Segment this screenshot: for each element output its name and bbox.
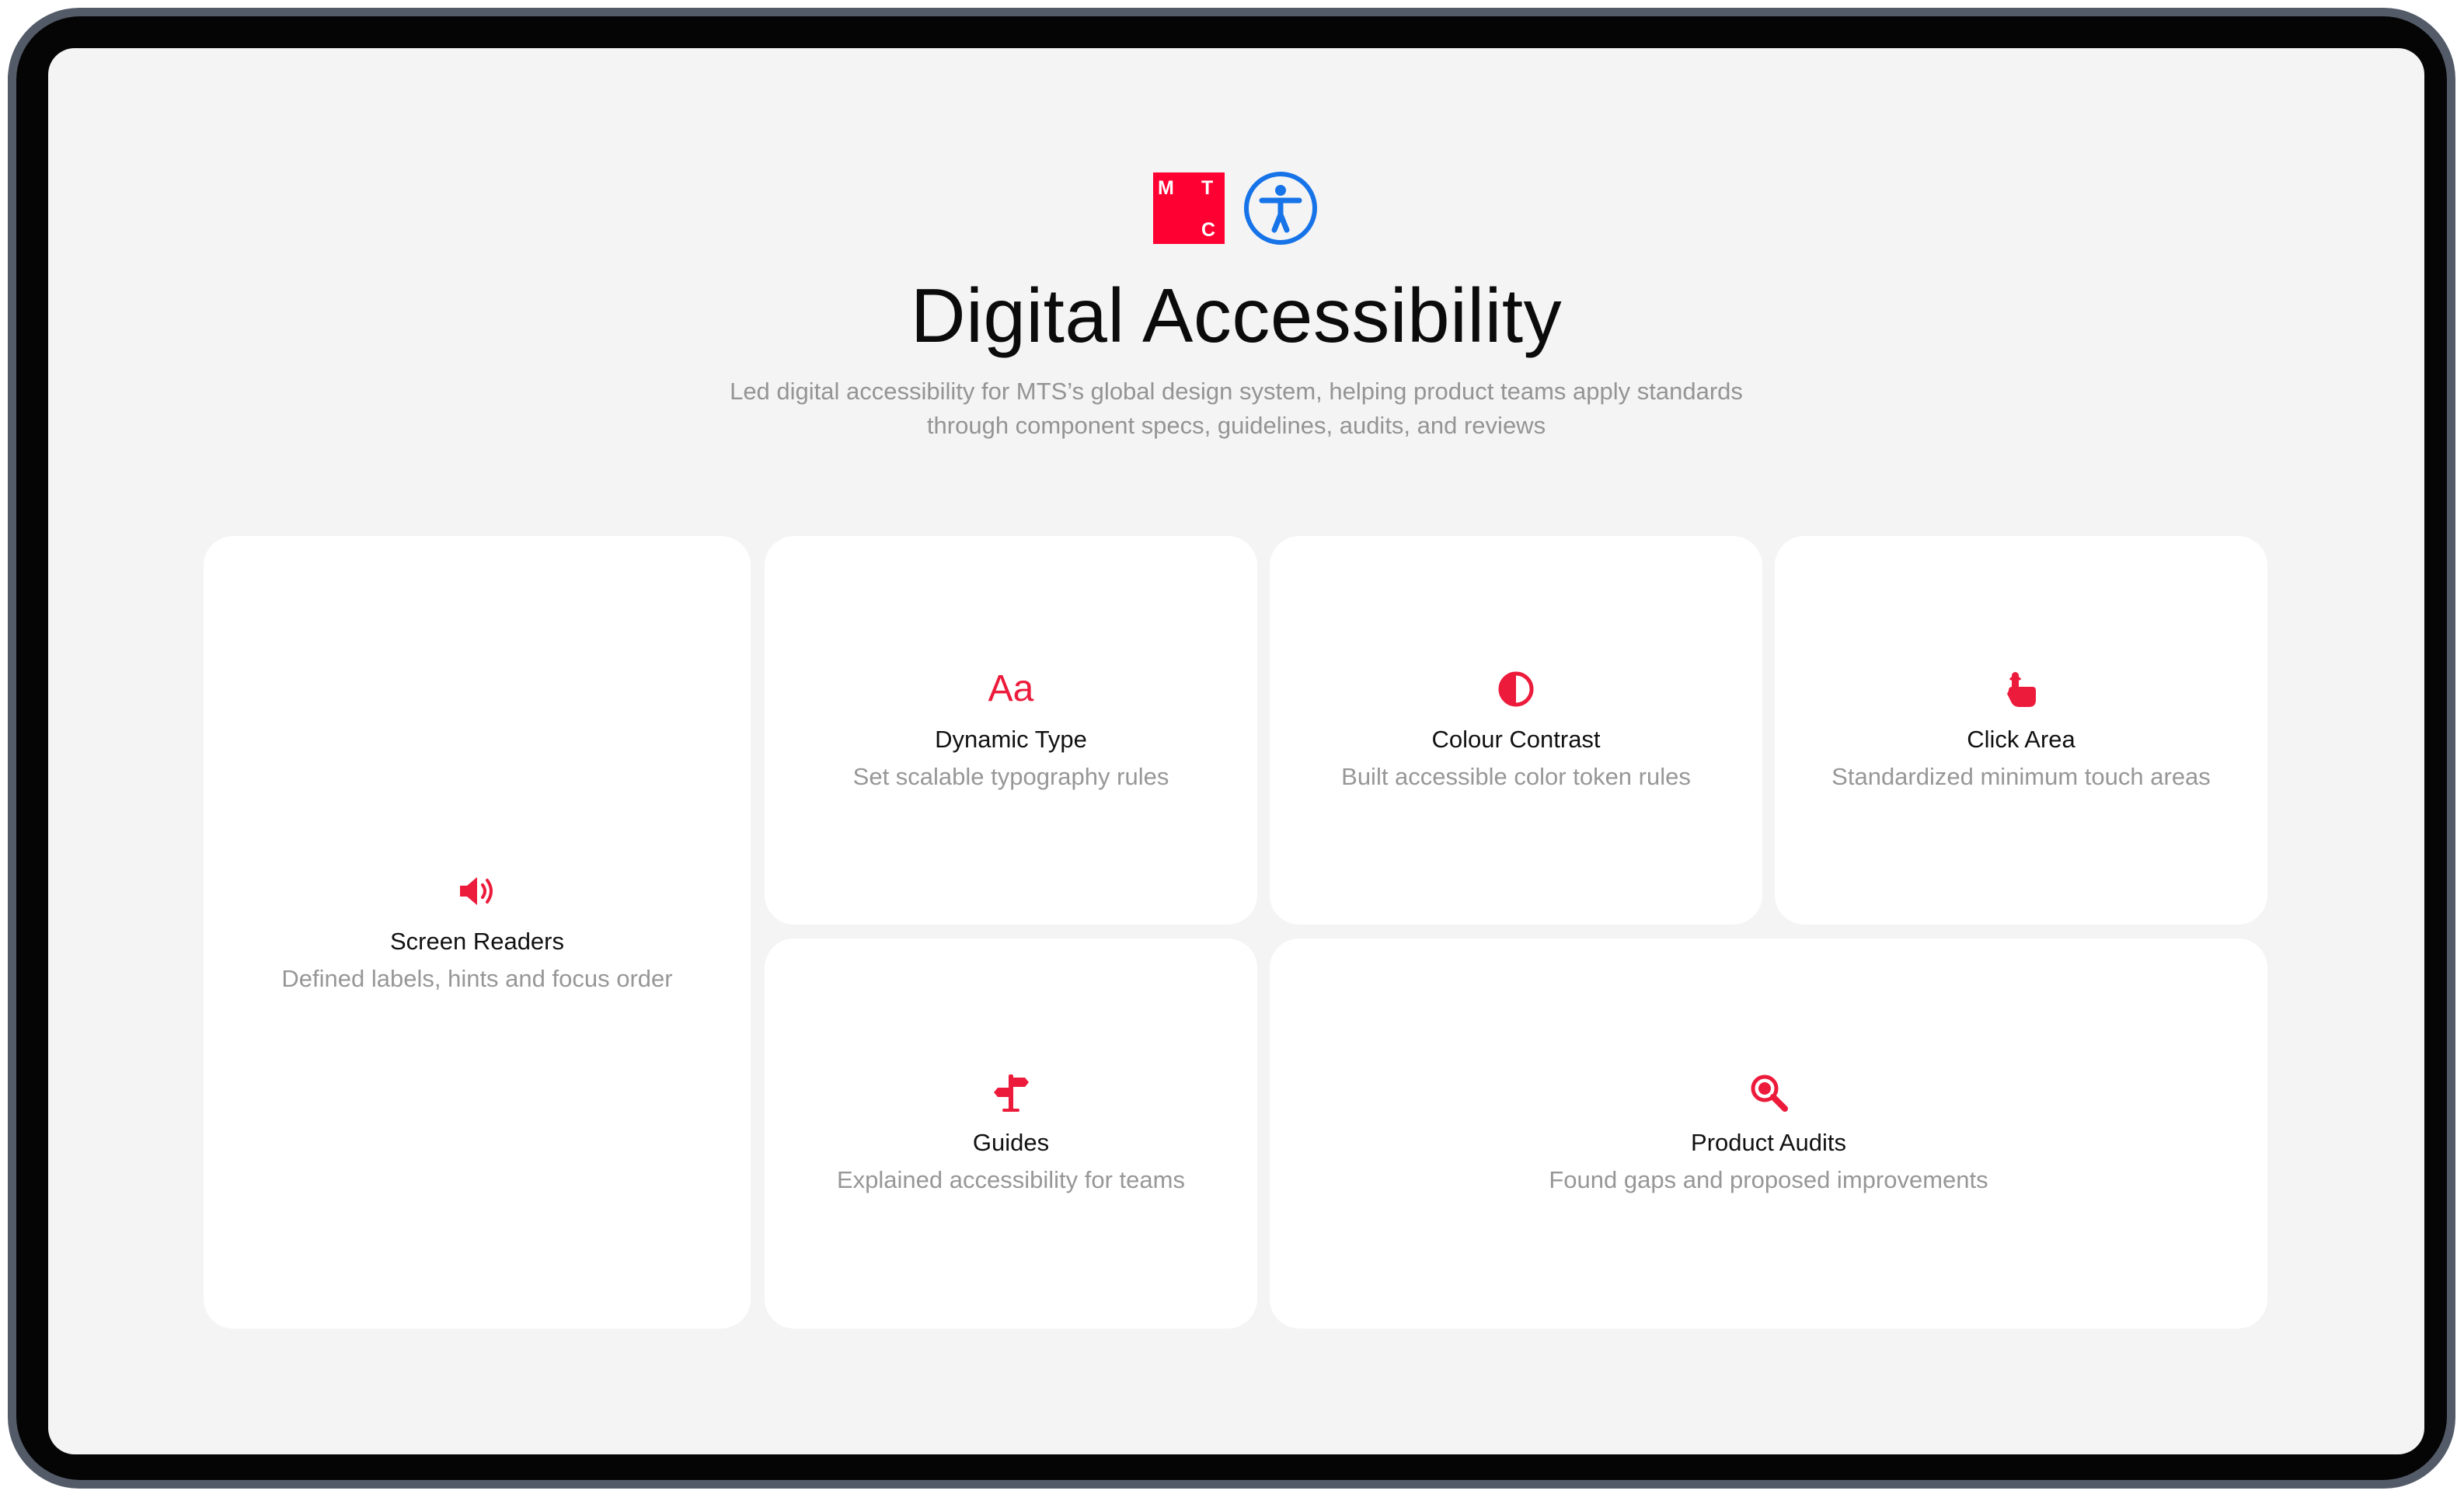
card-description: Set scalable typography rules (852, 763, 1169, 790)
card-description: Built accessible color token rules (1341, 763, 1691, 790)
card-screen-readers: Screen Readers Defined labels, hints and… (204, 536, 751, 1329)
card-title: Screen Readers (389, 928, 564, 955)
card-colour-contrast: Colour Contrast Built accessible color t… (1270, 536, 1762, 925)
logo-letter-c: C (1201, 219, 1216, 241)
speaker-icon (455, 869, 499, 913)
logo-letter-m: M (1158, 177, 1174, 199)
card-description: Found gaps and proposed improvements (1549, 1166, 1988, 1193)
mts-logo: M T C (1153, 172, 1225, 244)
logo-letter-t: T (1201, 177, 1214, 199)
card-description: Standardized minimum touch areas (1831, 763, 2211, 790)
card-title: Colour Contrast (1431, 726, 1601, 753)
logo-row: M T C (1153, 172, 1318, 245)
page-title: Digital Accessibility (910, 273, 1563, 358)
card-dynamic-type: Aa Dynamic Type Set scalable typography … (765, 536, 1257, 925)
card-title: Click Area (1967, 726, 2075, 753)
accessibility-icon (1244, 172, 1317, 245)
card-description: Defined labels, hints and focus order (281, 965, 673, 992)
card-guides: Guides Explained accessibility for teams (765, 939, 1257, 1329)
card-click-area: Click Area Standardized minimum touch ar… (1775, 536, 2267, 925)
text-size-icon: Aa (988, 668, 1034, 709)
card-description: Explained accessibility for teams (837, 1166, 1185, 1193)
contrast-icon (1494, 667, 1538, 711)
page-subtitle: Led digital accessibility for MTS’s glob… (730, 378, 1743, 439)
signpost-icon (989, 1071, 1033, 1114)
tap-hand-icon (1999, 667, 2043, 711)
card-product-audits: Product Audits Found gaps and proposed i… (1270, 939, 2267, 1329)
card-title: Guides (972, 1129, 1050, 1156)
magnifier-icon (1747, 1071, 1790, 1114)
screen: M T C Digital Accessibility Led digital … (48, 48, 2424, 1454)
card-title: Dynamic Type (935, 726, 1087, 753)
card-title: Product Audits (1691, 1129, 1846, 1156)
